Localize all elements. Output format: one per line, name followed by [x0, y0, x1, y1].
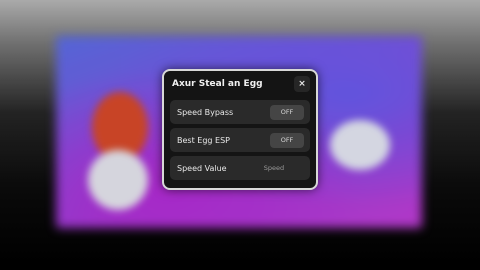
best-egg-esp-toggle[interactable]: OFF — [270, 132, 304, 148]
speed-bypass-label: Speed Bypass — [177, 107, 234, 117]
script-window: Axur Steal an Egg × Speed Bypass OFF Bes… — [162, 69, 318, 190]
speed-bypass-toggle[interactable]: OFF — [270, 104, 304, 120]
speed-value-row: Speed Value — [170, 156, 310, 180]
window-title: Axur Steal an Egg — [172, 79, 263, 89]
close-icon: × — [298, 79, 306, 89]
speed-value-input[interactable] — [244, 160, 304, 176]
window-titlebar[interactable]: Axur Steal an Egg × — [164, 71, 316, 97]
speed-bypass-row: Speed Bypass OFF — [170, 100, 310, 124]
speed-value-label: Speed Value — [177, 163, 227, 173]
best-egg-esp-label: Best Egg ESP — [177, 135, 230, 145]
best-egg-esp-row: Best Egg ESP OFF — [170, 128, 310, 152]
close-button[interactable]: × — [294, 76, 310, 92]
